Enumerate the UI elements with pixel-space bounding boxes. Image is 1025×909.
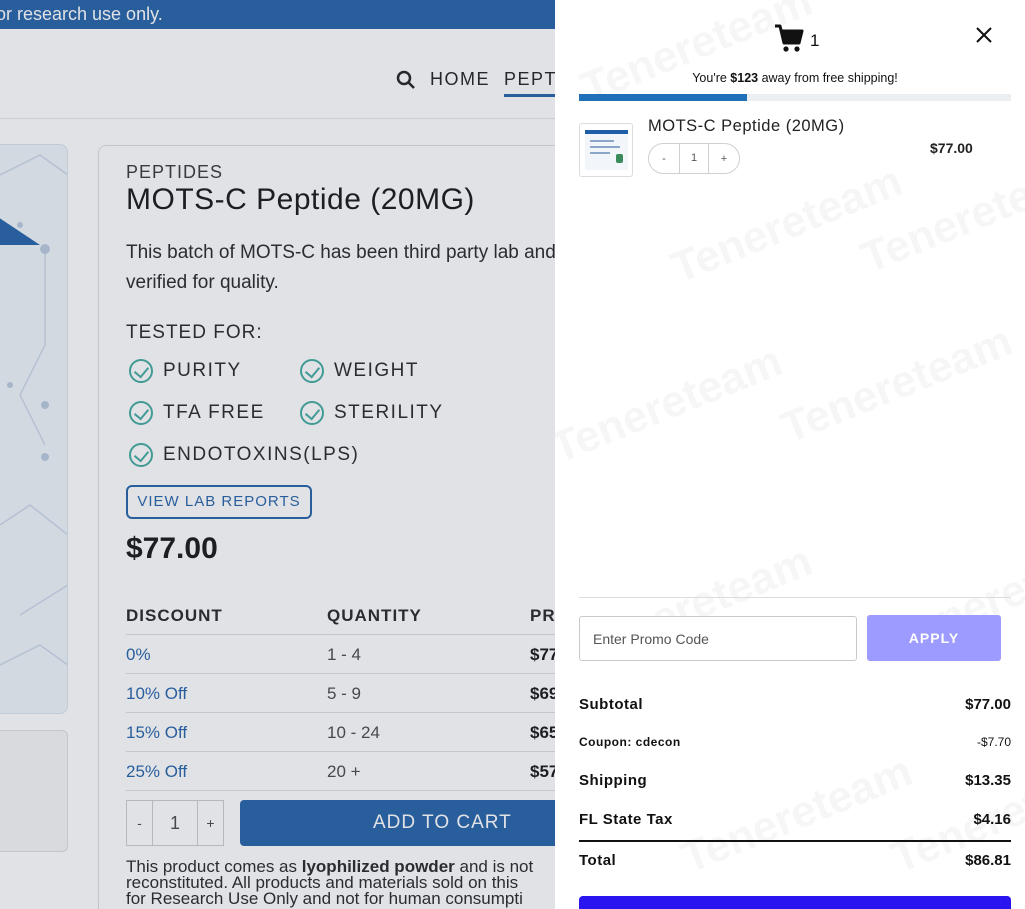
shipping-msg-text: You're (692, 71, 731, 85)
shipping-msg-text: away from free shipping! (758, 71, 898, 85)
subtotal-label: Subtotal (579, 696, 643, 713)
shipping-row: Shipping $13.35 (579, 772, 1011, 789)
checkout-button[interactable] (579, 896, 1011, 909)
cart-item-price: $77.00 (930, 140, 973, 156)
cart-item-image[interactable] (579, 123, 633, 177)
total-divider (579, 840, 1011, 842)
tax-label: FL State Tax (579, 811, 673, 828)
cart-count: 1 (810, 31, 820, 50)
promo-code-input[interactable] (579, 616, 857, 661)
divider (579, 597, 1011, 598)
cart-item-quantity-stepper: - 1 + (648, 143, 740, 174)
coupon-row: Coupon: cdecon -$7.70 (579, 735, 1011, 749)
watermark: Tenereteam (855, 146, 1025, 284)
total-row: Total $86.81 (579, 852, 1011, 869)
shipping-progress-bar (579, 94, 1011, 101)
total-label: Total (579, 852, 617, 869)
subtotal-row: Subtotal $77.00 (579, 696, 1011, 713)
free-shipping-message: You're $123 away from free shipping! (555, 71, 1025, 85)
apply-promo-button[interactable]: APPLY (867, 615, 1001, 661)
shipping-label: Shipping (579, 772, 648, 789)
coupon-value: -$7.70 (976, 735, 1011, 749)
close-icon[interactable] (973, 24, 995, 46)
product-label-graphic (585, 130, 628, 170)
cart-drawer: Tenereteam Tenereteam Tenereteam Teneret… (555, 0, 1025, 909)
cart-qty-value[interactable]: 1 (679, 144, 709, 173)
shipping-amount: $123 (730, 71, 759, 85)
shipping-value: $13.35 (965, 772, 1011, 789)
cart-item-name[interactable]: MOTS-C Peptide (20MG) (648, 117, 845, 136)
watermark: Tenereteam (555, 336, 789, 474)
subtotal-value: $77.00 (965, 696, 1011, 713)
vial-graphic (616, 154, 623, 163)
watermark: Tenereteam (775, 316, 1020, 454)
watermark: Tenereteam (665, 156, 910, 294)
cart-icon (775, 24, 804, 52)
cart-qty-decrease-button[interactable]: - (649, 153, 679, 165)
page-dim-overlay[interactable] (0, 0, 555, 909)
tax-row: FL State Tax $4.16 (579, 811, 1011, 828)
tax-value: $4.16 (973, 811, 1011, 828)
coupon-label: Coupon: cdecon (579, 735, 681, 749)
total-value: $86.81 (965, 852, 1011, 869)
cart-qty-increase-button[interactable]: + (709, 153, 739, 165)
shipping-progress-fill (579, 94, 748, 101)
